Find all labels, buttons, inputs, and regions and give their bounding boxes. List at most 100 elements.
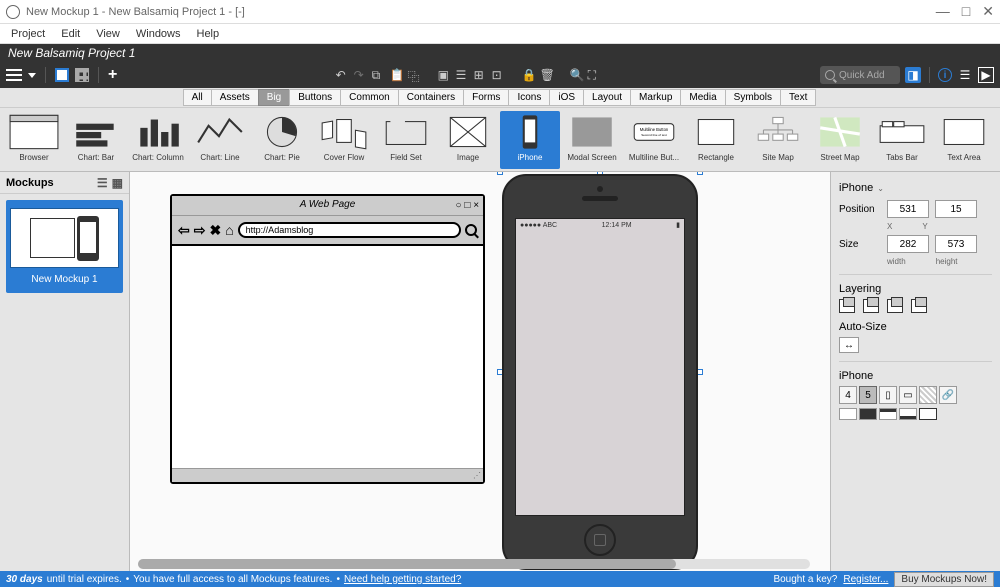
maximize-button[interactable]: □ [962,3,970,20]
cat-ios[interactable]: iOS [549,89,584,106]
minimize-button[interactable]: — [936,3,950,20]
selection-handle[interactable] [497,172,503,175]
add-icon[interactable]: + [108,66,117,84]
lock-icon[interactable]: 🔒 [522,68,536,82]
menu-view[interactable]: View [89,26,127,42]
grid-view-icon[interactable]: ▦ [112,176,123,190]
gallery-iphone[interactable]: iPhone [500,111,560,169]
list-view-icon[interactable]: ☰ [97,176,108,190]
gallery-rectangle[interactable]: Rectangle [686,111,746,169]
tool-icon[interactable]: ⊡ [492,68,506,82]
cat-assets[interactable]: Assets [211,89,259,106]
menu-windows[interactable]: Windows [129,26,188,42]
layering-label: Layering [839,283,992,295]
iphone-variant-5[interactable]: 5 [859,386,877,404]
fullscreen-icon[interactable]: ⛶ [588,68,602,82]
duplicate-icon[interactable]: ⿻ [408,68,422,82]
iphone-screen-option2[interactable] [919,408,937,420]
status-bar: 30 days until trial expires. • You have … [0,571,1000,587]
properties-icon[interactable]: ☰ [957,67,973,83]
position-y-input[interactable] [935,200,977,218]
selection-handle[interactable] [697,172,703,175]
canvas-iphone-widget[interactable]: ●●●●● ABC 12:14 PM ▮ [500,172,700,571]
send-back-icon[interactable] [911,299,927,313]
quick-add-search[interactable]: Quick Add [820,66,900,84]
gallery-modal-screen[interactable]: Modal Screen [562,111,622,169]
delete-icon[interactable]: 🗑 [540,68,554,82]
component-gallery: Browser Chart: Bar Chart: Column Chart: … [0,108,1000,172]
toggle-panel-icon[interactable]: ◨ [905,67,921,83]
cat-common[interactable]: Common [340,89,399,106]
iphone-variant-4[interactable]: 4 [839,386,857,404]
copy-icon[interactable]: ⧉ [372,68,386,82]
align-icon[interactable]: ☰ [456,68,470,82]
paste-icon[interactable]: 📋 [390,68,404,82]
gallery-browser[interactable]: Browser [4,111,64,169]
iphone-orientation-landscape[interactable]: ▭ [899,386,917,404]
gallery-chart-line[interactable]: Chart: Line [190,111,250,169]
iphone-pattern-option[interactable] [919,386,937,404]
gallery-site-map[interactable]: Site Map [748,111,808,169]
gallery-field-set[interactable]: Field Set [376,111,436,169]
menu-edit[interactable]: Edit [54,26,87,42]
help-link[interactable]: Need help getting started? [344,574,461,585]
group-icon[interactable]: ▣ [438,68,452,82]
gallery-text-area[interactable]: Text Area [934,111,994,169]
present-icon[interactable]: ▶ [978,67,994,83]
position-x-input[interactable] [887,200,929,218]
iphone-time: 12:14 PM [602,222,632,229]
cat-icons[interactable]: Icons [508,89,550,106]
redo-icon[interactable]: ↷ [354,68,368,82]
iphone-link-option[interactable]: 🔗 [939,386,957,404]
dropdown-icon[interactable] [28,73,36,78]
cat-buttons[interactable]: Buttons [289,89,341,106]
gallery-chart-pie[interactable]: Chart: Pie [252,111,312,169]
gallery-cover-flow[interactable]: Cover Flow [314,111,374,169]
bring-forward-icon[interactable] [839,299,855,313]
gallery-multiline-button[interactable]: Multiline ButtonSecond line of textMulti… [624,111,684,169]
cat-text[interactable]: Text [780,89,816,106]
cat-markup[interactable]: Markup [630,89,681,106]
menu-help[interactable]: Help [190,26,227,42]
gallery-street-map[interactable]: Street Map [810,111,870,169]
view-single-icon[interactable] [55,68,69,82]
resize-grip-icon: ⋰ [473,471,481,480]
cat-all[interactable]: All [183,89,212,106]
cat-symbols[interactable]: Symbols [725,89,781,106]
chevron-down-icon[interactable]: ⌄ [877,184,884,193]
cat-media[interactable]: Media [680,89,725,106]
search-icon [825,70,835,80]
iphone-color-white[interactable] [839,408,857,420]
gallery-tabs-bar[interactable]: Tabs Bar [872,111,932,169]
cat-forms[interactable]: Forms [463,89,509,106]
bring-front-icon[interactable] [863,299,879,313]
mockup-thumbnail[interactable]: New Mockup 1 [6,200,123,293]
zoom-icon[interactable]: 🔍 [570,68,584,82]
info-icon[interactable]: i [938,68,952,82]
iphone-screen-option1[interactable] [899,408,917,420]
size-width-input[interactable] [887,235,929,253]
iphone-color-black[interactable] [859,408,877,420]
menu-project[interactable]: Project [4,26,52,42]
register-link[interactable]: Register... [843,574,888,585]
close-button[interactable]: ✕ [982,3,994,20]
cat-big[interactable]: Big [258,89,290,106]
cat-containers[interactable]: Containers [398,89,464,106]
size-height-input[interactable] [935,235,977,253]
cat-layout[interactable]: Layout [583,89,631,106]
menu-icon[interactable] [6,69,22,81]
gallery-chart-bar[interactable]: Chart: Bar [66,111,126,169]
gallery-chart-column[interactable]: Chart: Column [128,111,188,169]
distribute-icon[interactable]: ⊞ [474,68,488,82]
iphone-orientation-portrait[interactable]: ▯ [879,386,897,404]
gallery-image[interactable]: Image [438,111,498,169]
canvas[interactable]: A Web Page ○ □ × ⇦ ⇨ ✖ ⌂ http://Adamsblo… [130,172,830,571]
canvas-browser-widget[interactable]: A Web Page ○ □ × ⇦ ⇨ ✖ ⌂ http://Adamsblo… [170,194,485,484]
send-backward-icon[interactable] [887,299,903,313]
undo-icon[interactable]: ↶ [336,68,350,82]
iphone-topbar-option[interactable] [879,408,897,420]
canvas-horizontal-scrollbar[interactable] [138,559,810,569]
buy-button[interactable]: Buy Mockups Now! [894,572,994,587]
autosize-button[interactable]: ↔ [839,337,859,353]
view-grid-icon[interactable] [75,68,89,82]
